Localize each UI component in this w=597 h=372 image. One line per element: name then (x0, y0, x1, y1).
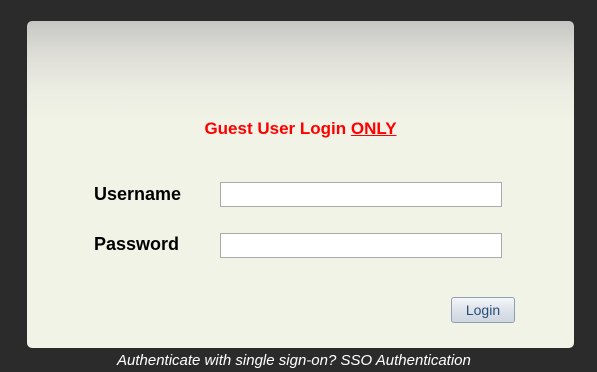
sso-authentication-link[interactable]: SSO Authentication (340, 352, 470, 369)
login-title-text: Guest User Login (204, 119, 347, 138)
login-button[interactable]: Login (451, 297, 515, 323)
password-input[interactable] (220, 233, 502, 258)
sso-prompt: Authenticate with single sign-on? SSO Au… (117, 352, 471, 369)
sso-prompt-text: Authenticate with single sign-on? (117, 352, 337, 369)
username-label: Username (94, 184, 182, 204)
login-panel: Guest User Login ONLY Username Password … (27, 21, 574, 348)
password-label: Password (94, 234, 180, 254)
login-title: Guest User Login ONLY (27, 119, 574, 139)
login-page: { "login": { "title": "Guest User Login"… (0, 0, 597, 372)
username-input[interactable] (220, 182, 502, 207)
login-title-emphasis: ONLY (350, 119, 397, 138)
